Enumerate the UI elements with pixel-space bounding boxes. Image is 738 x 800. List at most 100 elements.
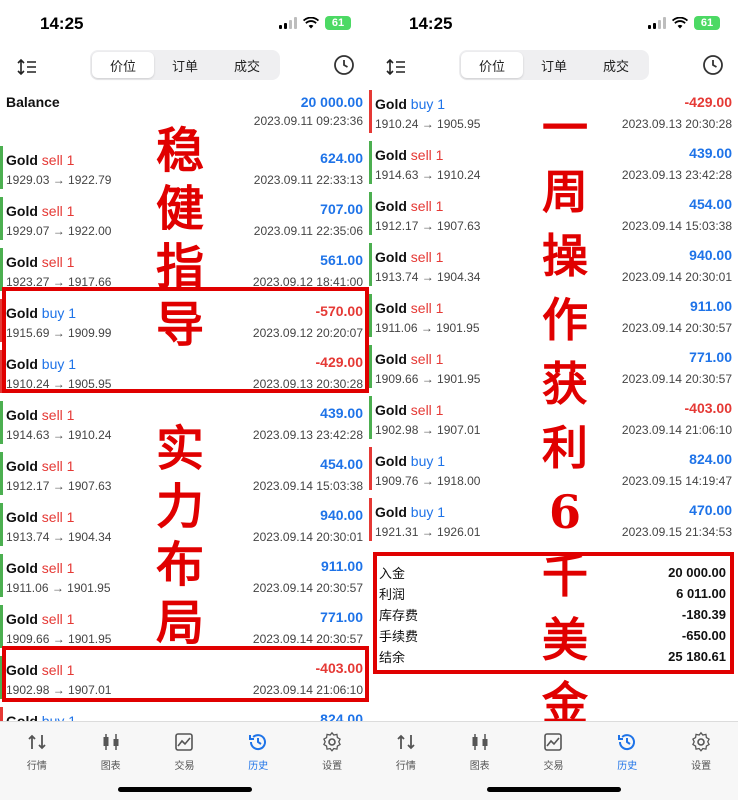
trade-time: 2023.09.14 15:03:38	[621, 219, 732, 233]
trade-symbol: Gold sell 1	[6, 509, 74, 525]
clock-icon[interactable]	[333, 54, 355, 76]
trade-indicator	[369, 396, 372, 439]
trade-profit: 707.00	[320, 201, 363, 217]
tab-deals[interactable]: 成交	[585, 52, 647, 78]
trade-symbol: Gold sell 1	[6, 560, 74, 576]
quotes-icon	[28, 734, 46, 750]
trade-symbol: Gold sell 1	[375, 300, 443, 316]
trade-symbol: Gold sell 1	[375, 249, 443, 265]
trade-symbol: Gold sell 1	[6, 407, 74, 423]
trade-prices: 1910.24 → 1905.95	[375, 117, 481, 131]
trade-indicator	[0, 299, 3, 342]
symbol-name: Gold	[375, 402, 407, 418]
symbol-name: Gold	[375, 249, 407, 265]
tab-label: 历史	[617, 761, 638, 772]
trade-time: 2023.09.14 20:30:01	[252, 530, 363, 544]
trade-prices: 1909.76 → 1918.00	[375, 474, 481, 488]
summary-label: 库存费	[379, 608, 419, 623]
trade-side: sell 1	[41, 203, 75, 219]
trade-prices: 1913.74 → 1904.34	[375, 270, 481, 284]
chart-icon	[472, 734, 488, 750]
trade-symbol: Gold sell 1	[375, 198, 443, 214]
trade-profit: 824.00	[689, 451, 732, 467]
trade-row[interactable]: Gold sell 1 1902.98 → 1907.01 -403.00 2023.…	[0, 652, 369, 703]
trade-side: sell 1	[410, 351, 444, 367]
status-time: 14:25	[40, 14, 84, 33]
tab-deals[interactable]: 成交	[216, 52, 278, 78]
annotation-steady-guidance: 稳健指导	[155, 123, 204, 353]
trade-prices: 1909.66 → 1901.95	[375, 372, 481, 386]
symbol-name: Gold	[6, 305, 38, 321]
sort-icon[interactable]	[385, 56, 407, 78]
trade-symbol: Gold buy 1	[375, 96, 445, 112]
trade-prices: 1911.06 → 1901.95	[6, 581, 111, 595]
clock-icon[interactable]	[702, 54, 724, 76]
toolbar: 价位 订单 成交	[369, 48, 738, 86]
sort-icon[interactable]	[16, 56, 38, 78]
trade-symbol: Gold sell 1	[6, 254, 74, 270]
history-icon	[249, 734, 267, 751]
symbol-name: Gold	[375, 453, 407, 469]
trade-prices: 1923.27 → 1917.66	[6, 275, 112, 289]
trade-indicator	[369, 90, 372, 133]
symbol-name: Gold	[6, 152, 38, 168]
trade-time: 2023.09.14 20:30:57	[621, 321, 732, 335]
chart-icon	[103, 734, 119, 750]
settings-icon	[323, 731, 341, 752]
trade-side: sell 1	[410, 402, 444, 418]
annotation-weekly-profit: 一周操作获利6千美金	[542, 101, 588, 731]
trade-side: sell 1	[410, 198, 444, 214]
trade-prices: 1909.66 → 1901.95	[6, 632, 112, 646]
tab-price[interactable]: 价位	[92, 52, 154, 78]
tab-settings[interactable]: 设置	[664, 722, 738, 800]
symbol-name: Gold	[6, 458, 38, 474]
trade-profit: 439.00	[320, 405, 363, 421]
trade-profit: 561.00	[320, 252, 363, 268]
trade-symbol: Gold buy 1	[375, 504, 445, 520]
trade-time: 2023.09.15 14:19:47	[621, 474, 732, 488]
symbol-name: Gold	[6, 356, 38, 372]
tab-label: 行情	[26, 761, 47, 772]
summary-value: 6 011.00	[676, 586, 726, 601]
symbol-name: Gold	[6, 254, 38, 270]
tab-settings[interactable]: 设置	[295, 722, 369, 800]
trade-side: sell 1	[410, 300, 444, 316]
symbol-name: Gold	[375, 198, 407, 214]
trade-side: buy 1	[41, 356, 77, 372]
trade-prices: 1911.06 → 1901.95	[375, 321, 480, 335]
trade-profit: 454.00	[689, 196, 732, 212]
trade-prices: 1914.63 → 1910.24	[375, 168, 481, 182]
symbol-name: Gold	[375, 96, 407, 112]
trade-side: buy 1	[410, 453, 446, 469]
tab-price[interactable]: 价位	[461, 52, 523, 78]
trade-indicator	[0, 401, 3, 444]
tab-orders[interactable]: 订单	[523, 52, 585, 78]
tab-quotes[interactable]: 行情	[369, 722, 443, 800]
trade-indicator	[0, 605, 3, 648]
trade-side: sell 1	[41, 560, 75, 576]
symbol-name: Gold	[6, 611, 38, 627]
summary-label: 利润	[379, 587, 406, 602]
trade-side: sell 1	[41, 407, 75, 423]
trade-symbol: Gold sell 1	[375, 147, 443, 163]
summary-value: -180.39	[681, 607, 726, 622]
signal-icon	[648, 17, 666, 29]
trade-profit: 454.00	[320, 456, 363, 472]
quotes-icon	[397, 734, 415, 750]
trade-icon	[175, 733, 194, 751]
trade-symbol: Gold sell 1	[6, 662, 74, 678]
home-indicator	[486, 787, 621, 792]
trade-profit: -403.00	[315, 660, 363, 676]
trade-indicator	[369, 498, 372, 541]
trade-time: 2023.09.14 15:03:38	[252, 479, 363, 493]
trade-indicator	[0, 197, 3, 240]
trade-symbol: Gold buy 1	[6, 305, 76, 321]
segmented-control: 价位 订单 成交	[90, 50, 280, 80]
trade-profit: -570.00	[315, 303, 363, 319]
tab-orders[interactable]: 订单	[154, 52, 216, 78]
trade-prices: 1929.07 → 1922.00	[6, 224, 112, 238]
trade-time: 2023.09.15 21:34:53	[621, 525, 732, 539]
summary-label: 手续费	[379, 629, 419, 644]
trade-time: 2023.09.14 21:06:10	[621, 423, 732, 437]
tab-quotes[interactable]: 行情	[0, 722, 74, 800]
